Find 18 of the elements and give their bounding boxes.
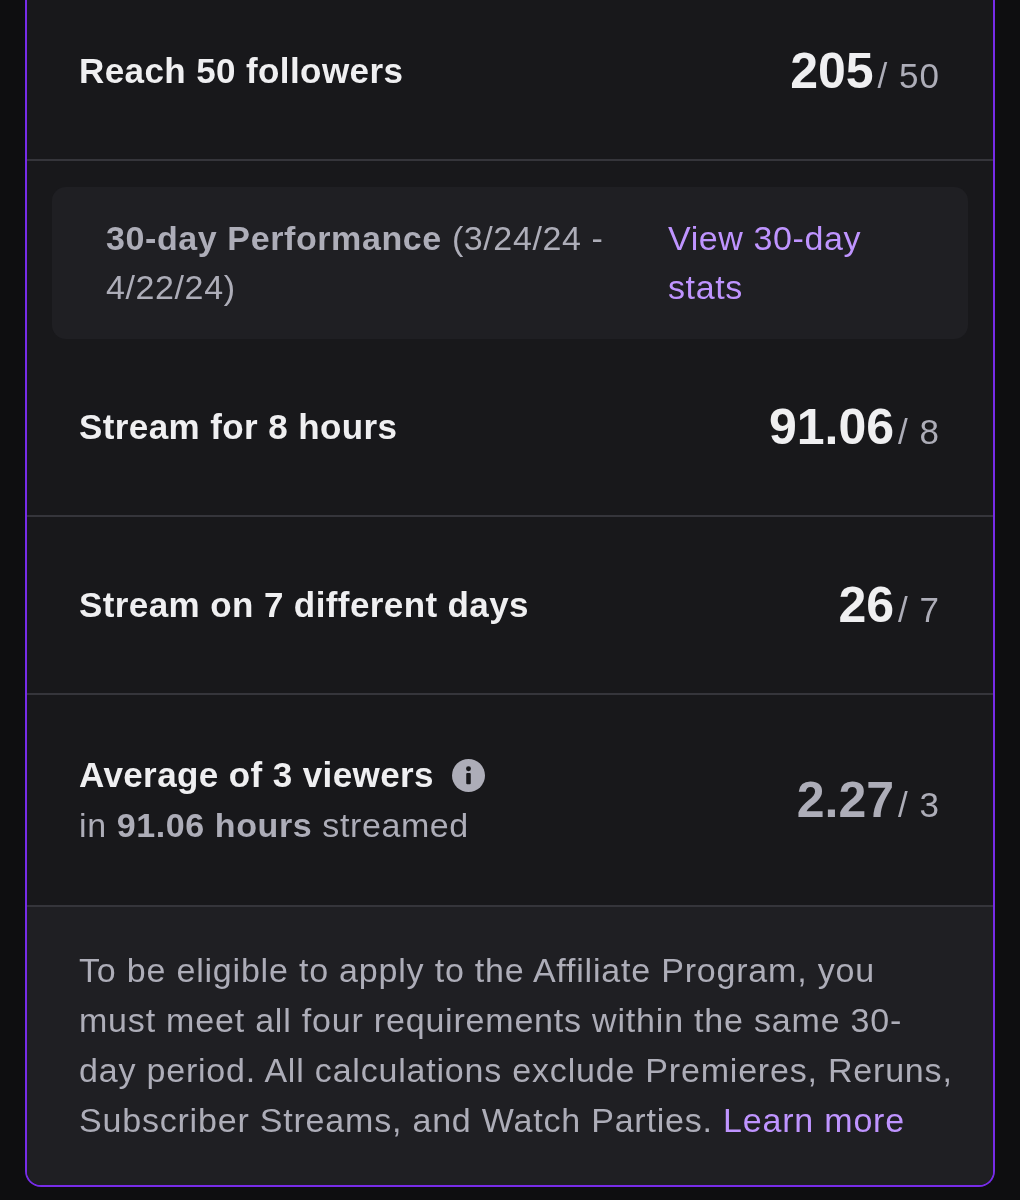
requirement-title: Stream for 8 hours [79, 406, 398, 448]
progress-value: 2.27 [796, 771, 895, 829]
requirement-title: Average of 3 viewers [79, 754, 434, 796]
stats-link[interactable]: View 30-day stats [668, 214, 908, 312]
goal-value: / 50 [877, 56, 940, 96]
goal-value: / 7 [898, 590, 940, 630]
requirement-subtitle: in 91.06 hours streamed [79, 805, 470, 846]
requirement-title: Stream on 7 different days [79, 584, 529, 626]
progress-value: 26 [838, 576, 895, 634]
goal-value: / 8 [898, 412, 940, 452]
goal-value: / 3 [898, 785, 940, 825]
learn-more-link[interactable]: Learn more [723, 1101, 905, 1139]
requirement-title: Reach 50 followers [79, 50, 404, 92]
period-text: 30-day Performance (3/24/24 - 4/22/24) [106, 218, 605, 308]
eligibility-note: To be eligible to apply to the Affiliate Program, you must meet all four requirements within the same 30-day period. All calculations exclude Premieres, Reruns, Subscriber Streams, and Watch Parties. Learn more [79, 950, 954, 1141]
progress-value: 91.06 [768, 398, 895, 456]
info-icon[interactable] [451, 758, 485, 792]
progress-value: 205 [790, 42, 874, 100]
